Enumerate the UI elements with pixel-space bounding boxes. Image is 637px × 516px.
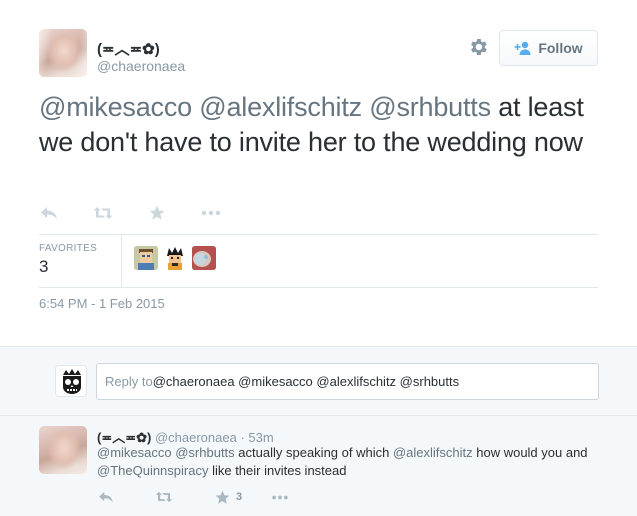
follow-button[interactable]: Follow — [499, 30, 598, 66]
reply-text-segment: actually speaking of which — [234, 445, 393, 460]
reply-favorite-count: 3 — [236, 491, 243, 503]
mention-link[interactable]: @mikesacco — [97, 445, 172, 460]
favoriter-avatar[interactable] — [192, 246, 216, 270]
stats-divider — [121, 235, 122, 288]
retweet-icon[interactable] — [155, 488, 173, 506]
reply-username[interactable]: @chaeronaea — [155, 430, 237, 445]
tweet-actions — [39, 203, 255, 223]
reply-text-segment: like their invites instead — [208, 463, 347, 478]
tweet-timestamp[interactable]: 6:54 PM - 1 Feb 2015 — [39, 296, 165, 311]
tweet-stats: FAVORITES 3 — [39, 234, 598, 288]
reply-display-name[interactable]: (≖︿≖✿) — [97, 430, 151, 445]
display-name[interactable]: (≖︿≖✿) — [97, 38, 160, 59]
favorites-label: FAVORITES — [39, 243, 98, 254]
reply-input[interactable]: Reply to @chaeronaea @mikesacco @alexlif… — [96, 363, 599, 400]
reply-icon[interactable] — [39, 203, 59, 223]
username[interactable]: @chaeronaea — [97, 58, 185, 74]
mention-link[interactable]: @TheQuinnspiracy — [97, 463, 208, 478]
reply-user-avatar[interactable] — [39, 426, 87, 474]
mention-link[interactable]: @mikesacco — [39, 92, 192, 122]
follow-label: Follow — [538, 40, 583, 56]
main-tweet: (≖︿≖✿) @chaeronaea Follow @mikesacco @al… — [0, 0, 637, 346]
reply-composer: Reply to @chaeronaea @mikesacco @alexlif… — [0, 346, 637, 416]
mention-link[interactable]: @srhbutts — [175, 445, 234, 460]
favoriter-avatar[interactable] — [134, 246, 158, 270]
user-avatar[interactable] — [39, 29, 87, 77]
reply-separator: · — [236, 430, 249, 445]
mention-link[interactable]: @alexlifschitz — [199, 92, 362, 122]
favorite-star-icon[interactable] — [147, 203, 167, 223]
reply-icon[interactable] — [97, 488, 115, 506]
favorites-count[interactable]: 3 — [39, 257, 48, 277]
favoriter-avatar[interactable] — [163, 246, 187, 270]
reply-tweet-actions: 3 — [97, 488, 329, 506]
mention-link[interactable]: @srhbutts — [369, 92, 491, 122]
reply-tweet-text: @mikesacco @srhbutts actually speaking o… — [97, 444, 607, 480]
more-icon[interactable] — [201, 203, 221, 223]
mention-link[interactable]: @alexlifschitz — [393, 445, 473, 460]
follow-person-icon — [514, 41, 532, 55]
reply-text-segment: how would you and — [472, 445, 588, 460]
retweet-icon[interactable] — [93, 203, 113, 223]
tweet-text: @mikesacco @alexlifschitz @srhbutts at l… — [39, 90, 599, 160]
more-icon[interactable] — [271, 488, 289, 506]
favorite-star-icon[interactable]: 3 — [213, 488, 242, 506]
gear-icon[interactable] — [467, 36, 489, 58]
reply-recipients: @chaeronaea @mikesacco @alexlifschitz @s… — [152, 374, 460, 389]
current-user-avatar[interactable] — [55, 365, 87, 397]
reply-prefix: Reply to — [105, 374, 153, 389]
reply-time[interactable]: 53m — [248, 430, 273, 445]
